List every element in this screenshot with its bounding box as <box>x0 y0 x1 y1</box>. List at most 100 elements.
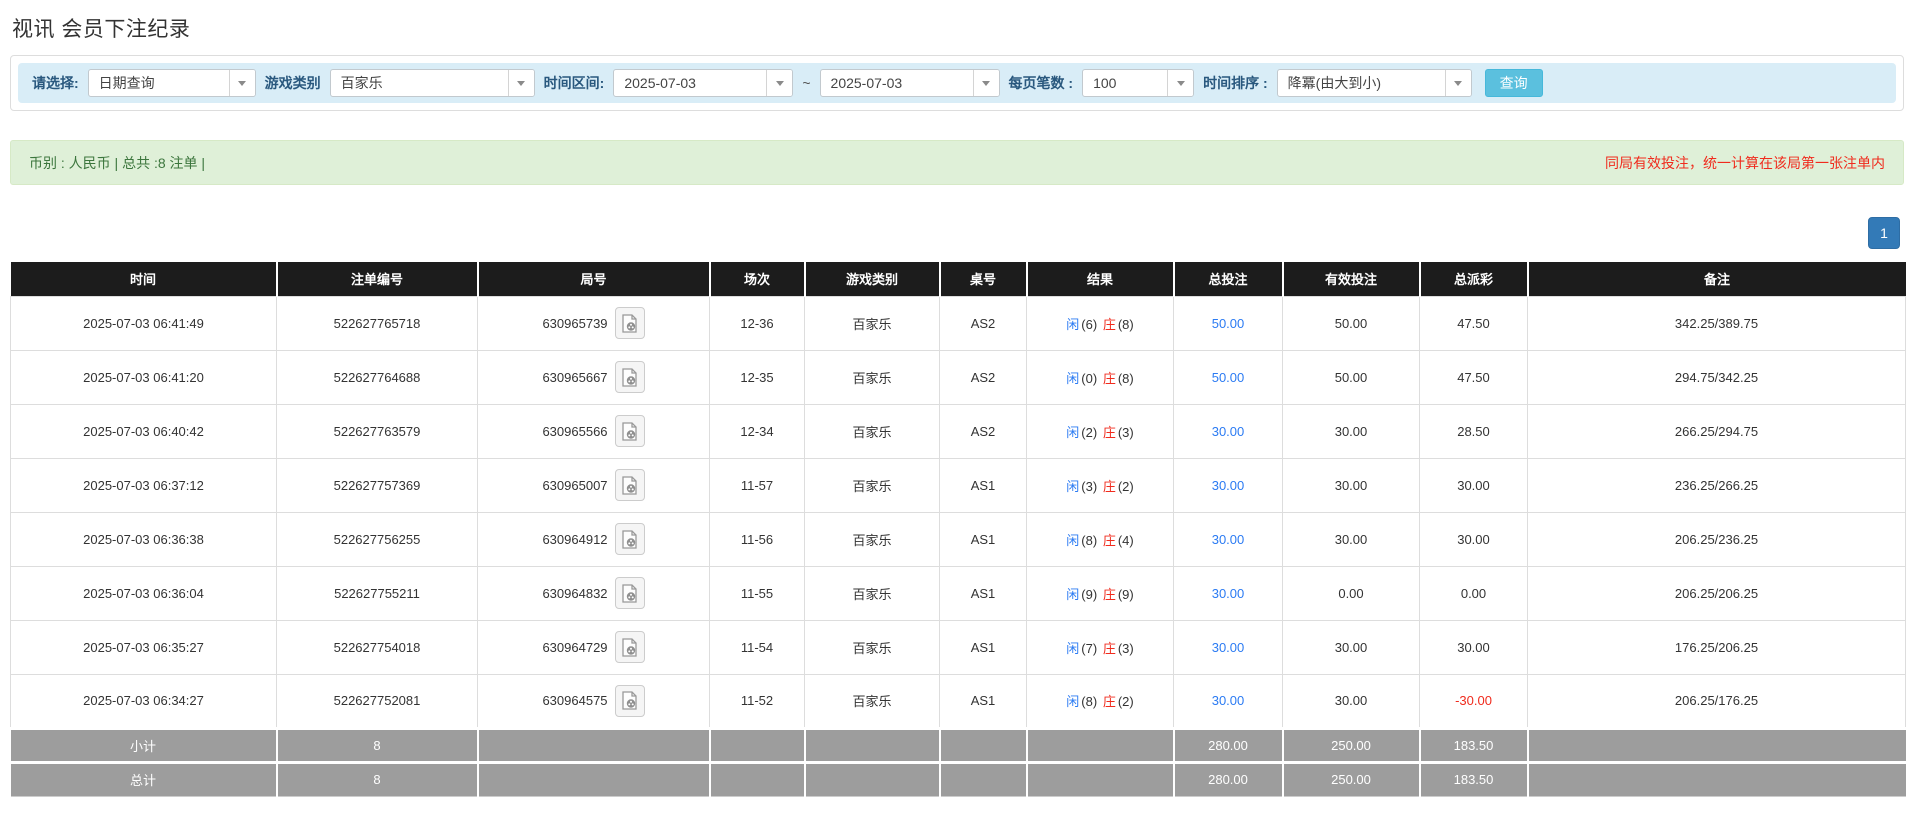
cell-game-type: 百家乐 <box>805 350 940 404</box>
cell-session: 12-34 <box>710 404 805 458</box>
cell-session: 11-56 <box>710 512 805 566</box>
player-score: (8) <box>1080 533 1098 548</box>
subtotal-payout: 183.50 <box>1420 728 1528 762</box>
query-type-select[interactable]: 日期查询 <box>88 69 256 97</box>
chevron-down-icon[interactable] <box>973 70 999 96</box>
total-bet-link[interactable]: 50.00 <box>1212 316 1245 331</box>
cell-time: 2025-07-03 06:37:12 <box>11 458 277 512</box>
per-page-label: 每页笔数 : <box>1009 73 1074 93</box>
game-type-select[interactable]: 百家乐 <box>330 69 535 97</box>
header-round-id: 局号 <box>478 262 710 296</box>
video-replay-button[interactable] <box>615 523 645 555</box>
cell-time: 2025-07-03 06:41:20 <box>11 350 277 404</box>
grand-total-total-bet: 280.00 <box>1174 762 1283 796</box>
page-title: 视讯 会员下注纪录 <box>12 13 190 43</box>
video-replay-button[interactable] <box>615 631 645 663</box>
cell-total-bet: 50.00 <box>1174 296 1283 350</box>
banker-score: (9) <box>1117 587 1135 602</box>
round-number: 630965667 <box>542 370 607 385</box>
per-page-value: 100 <box>1083 70 1167 96</box>
cell-round-id: 630965667 <box>478 350 710 404</box>
cell-bet-id: 522627765718 <box>277 296 478 350</box>
header-time: 时间 <box>11 262 277 296</box>
total-bet-link[interactable]: 30.00 <box>1212 532 1245 547</box>
per-page-select[interactable]: 100 <box>1082 69 1194 97</box>
empty-cell <box>710 762 805 796</box>
cell-bet-id: 522627754018 <box>277 620 478 674</box>
table-row: 2025-07-03 06:36:38 522627756255 6309649… <box>11 512 1906 566</box>
round-number: 630964912 <box>542 532 607 547</box>
total-bet-link[interactable]: 30.00 <box>1212 478 1245 493</box>
cell-total-bet: 30.00 <box>1174 404 1283 458</box>
cell-session: 11-52 <box>710 674 805 728</box>
cell-bet-id: 522627764688 <box>277 350 478 404</box>
banker-label: 庄 <box>1102 641 1117 656</box>
filter-panel: 请选择: 日期查询 游戏类别 百家乐 时间区间: 2025-07-03 ~ 20… <box>10 55 1904 111</box>
empty-cell <box>805 728 940 762</box>
query-type-label: 请选择: <box>32 73 79 93</box>
total-bet-link[interactable]: 30.00 <box>1212 640 1245 655</box>
empty-cell <box>1027 728 1174 762</box>
cell-round-id: 630965007 <box>478 458 710 512</box>
cell-payout: 0.00 <box>1420 566 1528 620</box>
round-number: 630964575 <box>542 693 607 708</box>
cell-note: 176.25/206.25 <box>1528 620 1906 674</box>
video-replay-button[interactable] <box>615 415 645 447</box>
total-bet-link[interactable]: 50.00 <box>1212 370 1245 385</box>
video-replay-button[interactable] <box>615 469 645 501</box>
player-label: 闲 <box>1065 317 1080 332</box>
cell-result: 闲(9) 庄(9) <box>1027 566 1174 620</box>
total-bet-link[interactable]: 30.00 <box>1212 693 1245 708</box>
empty-cell <box>805 762 940 796</box>
video-replay-button[interactable] <box>615 307 645 339</box>
film-reel-icon <box>621 368 638 387</box>
cell-bet-id: 522627763579 <box>277 404 478 458</box>
cell-session: 12-36 <box>710 296 805 350</box>
subtotal-label: 小计 <box>11 728 277 762</box>
empty-cell <box>940 728 1027 762</box>
video-replay-button[interactable] <box>615 577 645 609</box>
cell-result: 闲(7) 庄(3) <box>1027 620 1174 674</box>
cell-session: 12-35 <box>710 350 805 404</box>
cell-payout: 30.00 <box>1420 512 1528 566</box>
cell-round-id: 630964832 <box>478 566 710 620</box>
grand-total-valid-bet: 250.00 <box>1283 762 1420 796</box>
film-reel-icon <box>621 691 638 710</box>
total-bet-link[interactable]: 30.00 <box>1212 586 1245 601</box>
cell-game-type: 百家乐 <box>805 674 940 728</box>
chevron-down-icon[interactable] <box>1445 70 1471 96</box>
cell-note: 206.25/236.25 <box>1528 512 1906 566</box>
table-header: 时间 注单编号 局号 场次 游戏类别 桌号 结果 总投注 有效投注 总派彩 备注 <box>11 262 1906 296</box>
chevron-down-icon[interactable] <box>229 70 255 96</box>
date-to-select[interactable]: 2025-07-03 <box>820 69 1000 97</box>
subtotal-valid-bet: 250.00 <box>1283 728 1420 762</box>
table-row: 2025-07-03 06:36:04 522627755211 6309648… <box>11 566 1906 620</box>
cell-valid-bet: 30.00 <box>1283 458 1420 512</box>
cell-table-no: AS1 <box>940 620 1027 674</box>
header-total-bet: 总投注 <box>1174 262 1283 296</box>
cell-game-type: 百家乐 <box>805 458 940 512</box>
date-from-select[interactable]: 2025-07-03 <box>613 69 793 97</box>
pagination-page-1-button[interactable]: 1 <box>1868 217 1900 249</box>
game-type-value: 百家乐 <box>331 70 508 96</box>
table-row: 2025-07-03 06:37:12 522627757369 6309650… <box>11 458 1906 512</box>
subtotal-count: 8 <box>277 728 478 762</box>
chevron-down-icon[interactable] <box>766 70 792 96</box>
cell-result: 闲(0) 庄(8) <box>1027 350 1174 404</box>
film-reel-icon <box>621 638 638 657</box>
player-label: 闲 <box>1065 533 1080 548</box>
chevron-down-icon[interactable] <box>1167 70 1193 96</box>
player-score: (8) <box>1080 694 1098 709</box>
cell-payout: 30.00 <box>1420 458 1528 512</box>
cell-table-no: AS1 <box>940 512 1027 566</box>
banker-score: (2) <box>1117 694 1135 709</box>
time-sort-select[interactable]: 降冪(由大到小) <box>1277 69 1472 97</box>
video-replay-button[interactable] <box>615 685 645 717</box>
round-number: 630965739 <box>542 316 607 331</box>
chevron-down-icon[interactable] <box>508 70 534 96</box>
player-score: (3) <box>1080 479 1098 494</box>
search-button[interactable]: 查询 <box>1485 69 1543 97</box>
video-replay-button[interactable] <box>615 361 645 393</box>
table-header-row: 时间 注单编号 局号 场次 游戏类别 桌号 结果 总投注 有效投注 总派彩 备注 <box>11 262 1906 296</box>
total-bet-link[interactable]: 30.00 <box>1212 424 1245 439</box>
